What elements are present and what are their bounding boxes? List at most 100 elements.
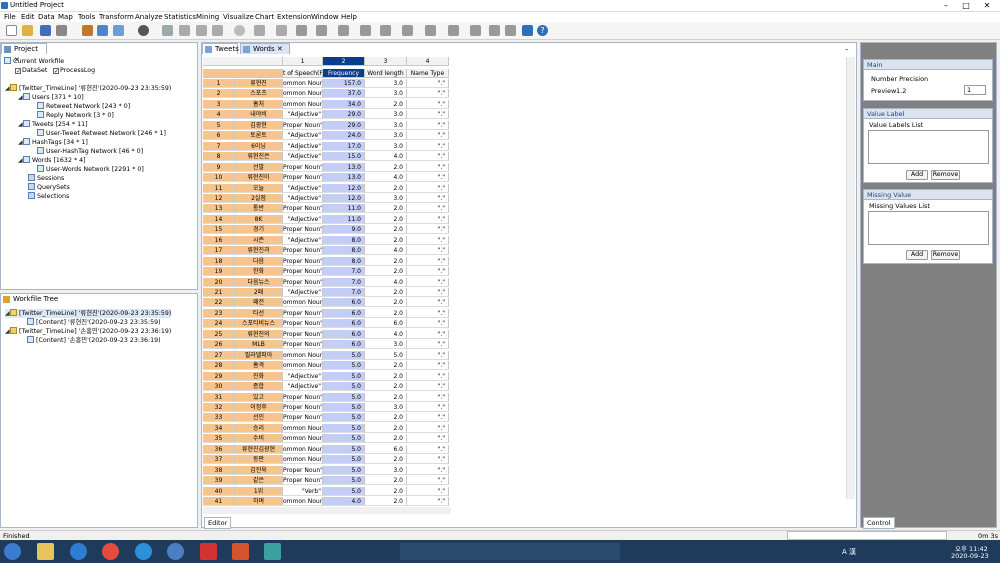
row-number[interactable]: 9: [203, 162, 235, 172]
row-number[interactable]: 33: [203, 413, 235, 423]
word-cell[interactable]: 통반: [235, 204, 283, 214]
row-number[interactable]: 38: [203, 465, 235, 475]
name-type-cell[interactable]: ".": [407, 89, 449, 99]
frequency-cell[interactable]: 5.0: [323, 361, 365, 371]
pos-cell[interactable]: "Adjective": [283, 214, 323, 224]
word-cell[interactable]: 2패: [235, 288, 283, 297]
pos-cell[interactable]: "Adjective": [283, 183, 323, 193]
frequency-cell[interactable]: 6.0: [323, 319, 365, 329]
name-type-cell[interactable]: ".": [407, 329, 449, 339]
frequency-cell[interactable]: 6.0: [323, 298, 365, 308]
menu-edit[interactable]: Edit: [21, 12, 35, 22]
image-icon[interactable]: [489, 25, 500, 36]
frequency-cell[interactable]: 37.0: [323, 89, 365, 99]
col-number[interactable]: 4: [407, 57, 449, 66]
frequency-cell[interactable]: 5.0: [323, 444, 365, 454]
pos-cell[interactable]: Proper Noun": [283, 329, 323, 339]
word-length-cell[interactable]: 2.0: [365, 486, 407, 496]
row-number[interactable]: 17: [203, 246, 235, 256]
row-number[interactable]: 1: [203, 79, 235, 88]
open-folder-icon[interactable]: [22, 25, 33, 36]
row-number[interactable]: 21: [203, 288, 235, 297]
run-icon[interactable]: [138, 25, 149, 36]
frequency-cell[interactable]: 5.0: [323, 350, 365, 360]
row-number[interactable]: 41: [203, 497, 235, 506]
pos-cell[interactable]: Proper Noun": [283, 246, 323, 256]
name-type-cell[interactable]: ".": [407, 361, 449, 371]
tree-item[interactable]: ◢ [Twitter_TimeLine] '류현진'(2020-09-23 23:…: [5, 84, 171, 93]
name-type-cell[interactable]: ".": [407, 319, 449, 329]
name-type-cell[interactable]: ".": [407, 392, 449, 402]
copy-icon[interactable]: [113, 25, 124, 36]
word-length-cell[interactable]: 6.0: [365, 319, 407, 329]
pos-cell[interactable]: ommon Noun": [283, 361, 323, 371]
row-number[interactable]: 16: [203, 235, 235, 245]
edge-icon[interactable]: [70, 543, 87, 560]
frequency-cell[interactable]: 6.0: [323, 308, 365, 318]
name-type-cell[interactable]: ".": [407, 434, 449, 444]
word-cell[interactable]: 8K: [235, 214, 283, 224]
word-length-cell[interactable]: 3.0: [365, 89, 407, 99]
row-number[interactable]: 29: [203, 371, 235, 381]
import-icon[interactable]: [82, 25, 93, 36]
app-icon-n[interactable]: [167, 543, 184, 560]
word-cell[interactable]: 2실점: [235, 193, 283, 203]
pos-cell[interactable]: ommon Noun": [283, 434, 323, 444]
word-length-cell[interactable]: 2.0: [365, 214, 407, 224]
pos-cell[interactable]: "Adjective": [283, 193, 323, 203]
frequency-cell[interactable]: 6.0: [323, 340, 365, 350]
word-length-cell[interactable]: 2.0: [365, 361, 407, 371]
row-number[interactable]: 34: [203, 423, 235, 433]
name-type-cell[interactable]: ".": [407, 99, 449, 109]
frequency-cell[interactable]: 5.0: [323, 402, 365, 412]
help-icon[interactable]: ?: [537, 25, 548, 36]
tool-c-icon[interactable]: [196, 25, 207, 36]
word-length-cell[interactable]: 4.0: [365, 152, 407, 162]
word-length-cell[interactable]: 2.0: [365, 371, 407, 381]
frequency-cell[interactable]: 5.0: [323, 465, 365, 475]
row-number[interactable]: 12: [203, 193, 235, 203]
row-number[interactable]: 40: [203, 486, 235, 496]
frequency-cell[interactable]: 5.0: [323, 382, 365, 392]
word-length-cell[interactable]: 3.0: [365, 340, 407, 350]
menu-transform[interactable]: Transform: [99, 12, 134, 22]
row-number[interactable]: 11: [203, 183, 235, 193]
pos-cell[interactable]: "Adjective": [283, 382, 323, 392]
name-type-cell[interactable]: ".": [407, 298, 449, 308]
word-cell[interactable]: 다음: [235, 256, 283, 266]
frequency-cell[interactable]: 5.0: [323, 476, 365, 486]
row-number[interactable]: 5: [203, 120, 235, 130]
frequency-cell[interactable]: 5.0: [323, 413, 365, 423]
name-type-cell[interactable]: ".": [407, 152, 449, 162]
word-cell[interactable]: 승리: [235, 423, 283, 433]
name-type-cell[interactable]: ".": [407, 225, 449, 235]
tab-project[interactable]: Project ✕: [1, 43, 47, 64]
pos-cell[interactable]: ommon Noun": [283, 89, 323, 99]
row-number[interactable]: 4: [203, 110, 235, 120]
word-cell[interactable]: 류현진: [235, 79, 283, 88]
print-icon[interactable]: [56, 25, 67, 36]
frequency-cell[interactable]: 7.0: [323, 267, 365, 277]
frequency-cell[interactable]: 9.0: [323, 225, 365, 235]
chrome-icon[interactable]: [102, 543, 119, 560]
frequency-cell[interactable]: 5.0: [323, 486, 365, 496]
pos-cell[interactable]: ommon Noun": [283, 99, 323, 109]
word-cell[interactable]: 한화: [235, 267, 283, 277]
value-labels-list[interactable]: [868, 130, 989, 164]
refresh-icon[interactable]: [234, 25, 245, 36]
row-number[interactable]: 6: [203, 131, 235, 141]
name-type-cell[interactable]: ".": [407, 173, 449, 183]
word-cell[interactable]: 김진욱: [235, 465, 283, 475]
word-length-cell[interactable]: 4.0: [365, 329, 407, 339]
menu-chart[interactable]: Chart: [255, 12, 274, 22]
tree-item[interactable]: User-Tweet Retweet Network [246 * 1]: [37, 129, 166, 138]
tab-tweets[interactable]: Tweets: [202, 43, 239, 54]
value-label-remove-button[interactable]: Remove: [931, 170, 960, 180]
word-cell[interactable]: 시즌: [235, 235, 283, 245]
tree-item[interactable]: ◢ Words [1632 * 4]: [18, 156, 86, 165]
workfile-item[interactable]: ◢ [Twitter_TimeLine] '손흥민'(2020-09-23 23:…: [5, 327, 171, 336]
frequency-cell[interactable]: 11.0: [323, 204, 365, 214]
word-length-cell[interactable]: 2.0: [365, 298, 407, 308]
word-cell[interactable]: 종합: [235, 382, 283, 392]
pos-cell[interactable]: Proper Noun": [283, 340, 323, 350]
